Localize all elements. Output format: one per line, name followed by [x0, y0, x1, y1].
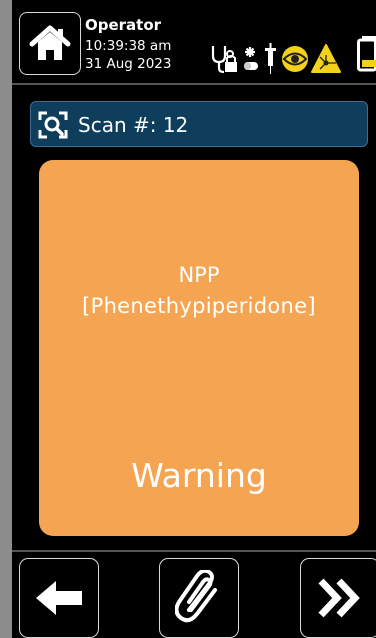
clock-time: 10:39:38 am [85, 38, 172, 54]
battery-low-icon [357, 36, 376, 72]
substance-name: [Phenethypiperidone] [82, 294, 316, 318]
home-button[interactable] [19, 12, 81, 75]
clock-date: 31 Aug 2023 [85, 56, 172, 72]
double-chevron-right-icon [318, 578, 360, 618]
eye-warning-icon [282, 46, 308, 72]
laser-warning-icon [311, 44, 341, 73]
scan-number-bar: Scan #: 12 [30, 101, 368, 147]
stethoscope-lock-icon [211, 46, 237, 74]
scan-search-icon [38, 111, 68, 139]
hazard-icons [211, 43, 341, 74]
attach-button[interactable] [159, 558, 239, 638]
back-button[interactable] [19, 558, 99, 638]
substance-code: NPP [178, 263, 220, 287]
biohazard-capsule-icon [244, 47, 258, 70]
header: Operator 10:39:38 am 31 Aug 2023 [12, 0, 376, 83]
operator-label: Operator [85, 16, 162, 34]
result-status: Warning [131, 456, 267, 495]
home-icon [29, 25, 71, 60]
syringe-icon [265, 43, 276, 74]
paperclip-icon [175, 570, 217, 623]
scan-number-label: Scan #: 12 [78, 113, 189, 137]
footer-divider [12, 550, 376, 552]
result-card: NPP [Phenethypiperidone] Warning [39, 160, 359, 536]
device-screen: Operator 10:39:38 am 31 Aug 2023 Scan #:… [12, 0, 376, 638]
header-divider [12, 83, 376, 85]
next-button[interactable] [300, 558, 376, 638]
arrow-left-icon [36, 581, 82, 615]
